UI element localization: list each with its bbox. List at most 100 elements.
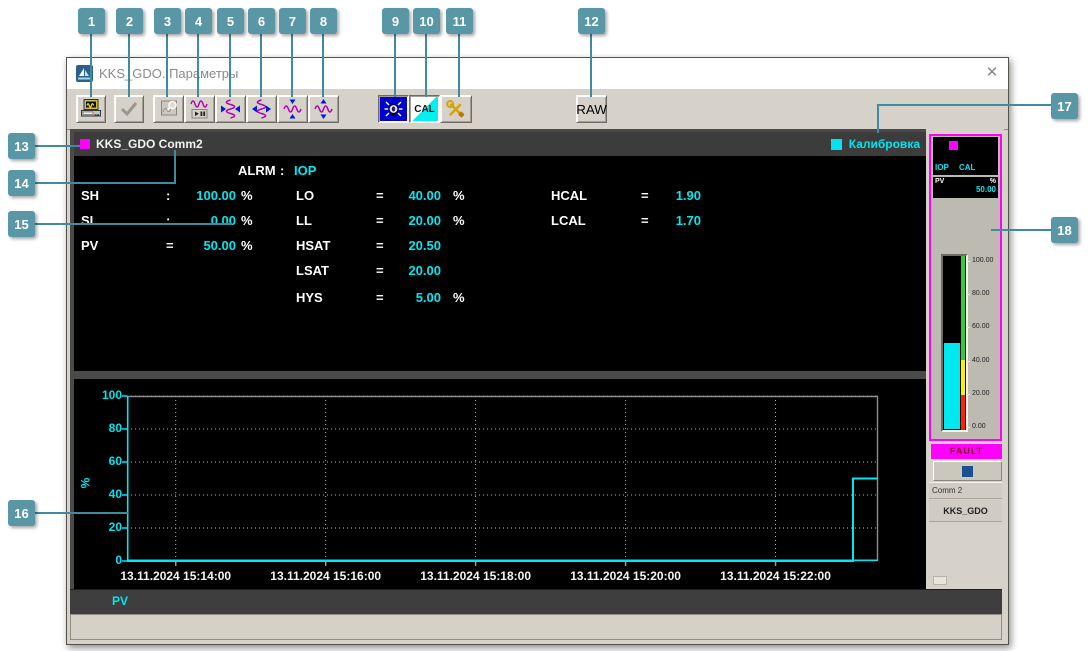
- bargraph-scale-label: 40.00: [972, 356, 990, 364]
- y-axis-tick-label: 20: [108, 520, 122, 534]
- accept-check-icon: [120, 102, 138, 117]
- bargraph-scale-label: 0.00: [972, 423, 986, 430]
- bargraph-scale-tick: [966, 294, 970, 296]
- bargraph-inner: [943, 256, 966, 430]
- param-label-pv: PV: [81, 238, 99, 253]
- run-pause-icon: [189, 100, 208, 119]
- title-bar[interactable]: KKS_GDO. Параметры ✕: [67, 58, 1008, 89]
- param-value-pv: 50.00: [203, 238, 236, 253]
- callout-1: 1: [78, 8, 105, 34]
- y-axis-tick-label: 60: [108, 454, 122, 468]
- param-value-lo: 40.00: [408, 188, 441, 203]
- tools-icon: [446, 100, 465, 118]
- param-label-lo: LO: [296, 188, 315, 203]
- accept-button[interactable]: [114, 95, 144, 123]
- callout-10-line: [425, 34, 427, 97]
- close-button[interactable]: ✕: [982, 63, 1002, 83]
- callout-12-line: [590, 34, 592, 97]
- x-axis-tick-label: 13.11.2024 15:20:00: [570, 569, 681, 583]
- param-label-hcal: HCAL: [551, 188, 588, 203]
- param-unit: %: [241, 238, 253, 253]
- callout-8-line: [322, 34, 324, 97]
- param-unit: %: [453, 213, 465, 228]
- callout-18: 18: [1051, 217, 1078, 243]
- tag-header: KKS_GDO Comm2 Калибровка: [74, 132, 926, 156]
- y-axis-tick-label: 100: [101, 388, 122, 402]
- trend-series-pv: [127, 477, 878, 562]
- callout-2-line: [128, 34, 130, 97]
- param-unit: %: [453, 290, 465, 305]
- param-label-hys: HYS: [296, 290, 323, 305]
- print-trend-icon: [81, 99, 101, 117]
- raw-button[interactable]: RAW: [576, 95, 607, 123]
- callout-7: 7: [279, 8, 306, 34]
- param-value-ll: 20.00: [408, 213, 441, 228]
- callout-7-line: [291, 34, 293, 97]
- tools-button[interactable]: [440, 95, 472, 123]
- tag-status-square: [80, 139, 90, 149]
- compress-y-button[interactable]: [277, 95, 308, 123]
- parameters-panel: ALRM : IOP SH:100.00% SL:0.00% PV = 50.00% LO…: [74, 156, 926, 371]
- callout-17: 17: [1051, 93, 1078, 119]
- callout-16-line: [35, 512, 128, 514]
- compress-x-button[interactable]: [215, 95, 246, 123]
- callout-8: 8: [310, 8, 337, 34]
- callout-6: 6: [248, 8, 275, 34]
- faceplate-iop-flag: IOP: [935, 163, 949, 172]
- window-title: KKS_GDO. Параметры: [99, 66, 239, 81]
- y-axis-tick-label: 40: [108, 487, 122, 501]
- compress-vertical-icon: [282, 99, 302, 119]
- callout-13-line: [35, 145, 80, 147]
- callout-5-line: [229, 34, 231, 97]
- param-label-hsat: HSAT: [296, 238, 331, 253]
- calibration-label: Калибровка: [848, 137, 920, 151]
- x-axis-tick-label: 13.11.2024 15:18:00: [420, 569, 531, 583]
- bargraph-scale-label: 100.00: [972, 257, 994, 264]
- alrm-separator: :: [280, 163, 285, 178]
- expand-vertical-icon: [313, 99, 333, 119]
- trend-panel: % 0 20 40 60 80 100 13.11.2024 15:14:00 13.11.2…: [74, 379, 926, 589]
- callout-15: 15: [8, 211, 35, 237]
- param-label-lcal: LCAL: [551, 213, 586, 228]
- param-value-hcal: 1.90: [675, 188, 701, 203]
- callout-12: 12: [578, 8, 605, 34]
- faceplate-mode-box[interactable]: [933, 461, 1002, 481]
- alrm-value: IOP: [294, 163, 317, 178]
- snapshot-icon: [160, 100, 177, 116]
- x-axis-tick-label: 13.11.2024 15:22:00: [720, 569, 831, 583]
- expand-x-button[interactable]: [246, 95, 277, 123]
- callout-11-line: [458, 34, 460, 97]
- trend-chart-svg: [122, 395, 879, 566]
- expand-horizontal-icon: [251, 99, 271, 119]
- param-value-lsat: 20.00: [408, 263, 441, 278]
- param-label-sh: SH: [81, 188, 100, 203]
- callout-17-line-v: [877, 104, 879, 133]
- snapshot-button[interactable]: [153, 95, 184, 123]
- run-pause-button[interactable]: [184, 95, 215, 123]
- expand-y-button[interactable]: [308, 95, 339, 123]
- bargraph-scale-tick: [966, 393, 970, 395]
- print-trend-button[interactable]: [76, 95, 106, 123]
- faceplate-pv-value: 50.00: [975, 185, 996, 194]
- param-unit: %: [241, 213, 253, 228]
- cal-button[interactable]: CAL: [409, 95, 440, 123]
- callout-1-line: [90, 34, 92, 97]
- bargraph-scale-tick: [966, 327, 970, 329]
- trend-legend-pv: PV: [112, 594, 129, 608]
- faceplate-footer-handle[interactable]: [933, 576, 947, 585]
- bargraph-scale-label: 80.00: [972, 290, 990, 298]
- param-label-lsat: LSAT: [296, 263, 329, 278]
- param-label-ll: LL: [296, 213, 312, 228]
- alarm-color-button[interactable]: [378, 95, 409, 123]
- bargraph-scale-tick: [966, 360, 970, 362]
- faceplate-tag-label: KKS_GDO: [929, 500, 1002, 522]
- faceplate-alarm-box: IOP CAL: [933, 137, 998, 175]
- raw-window-icon: RAW: [576, 102, 607, 117]
- callout-3: 3: [154, 8, 181, 34]
- status-bar: [70, 614, 1002, 640]
- callout-14: 14: [8, 170, 35, 196]
- fault-banner: FAULT: [931, 444, 1002, 459]
- bargraph-scale-label: 60.00: [972, 323, 990, 331]
- compress-horizontal-icon: [220, 99, 240, 119]
- y-axis-tick-label: 80: [108, 421, 122, 435]
